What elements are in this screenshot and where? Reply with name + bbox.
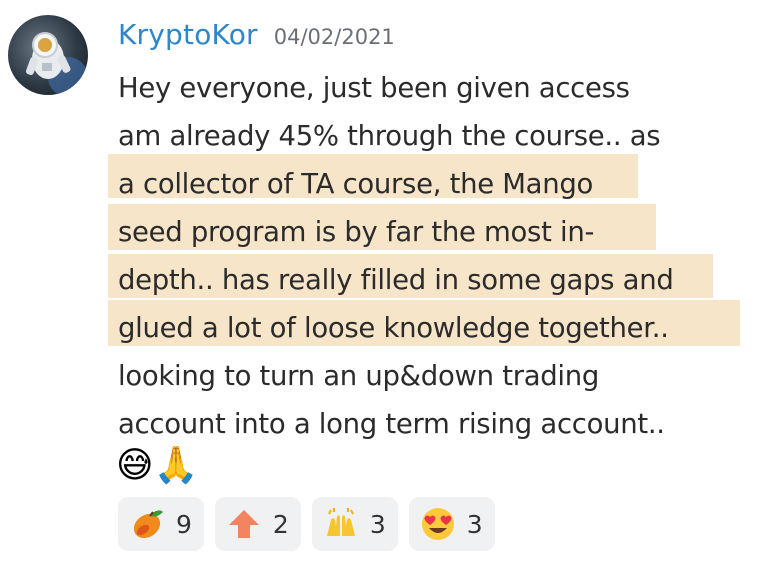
- message-body: Hey everyone, just been given access am …: [108, 64, 758, 448]
- message-line-highlighted: glued a lot of loose knowledge together.…: [108, 300, 758, 352]
- sweat-smile-emoji: 😅: [116, 445, 154, 486]
- reaction-raised-hands[interactable]: 3: [311, 497, 398, 551]
- message-line-highlighted: a collector of TA course, the Mango: [108, 154, 758, 208]
- folded-hands-emoji: 🙏: [153, 445, 199, 486]
- message-line: account into a long term rising account.…: [118, 408, 665, 440]
- heart-eyes-icon: [419, 505, 457, 543]
- reaction-mango[interactable]: 9: [118, 497, 204, 551]
- reaction-count: 2: [272, 509, 289, 539]
- astronaut-icon: [26, 32, 88, 95]
- avatar[interactable]: [8, 15, 88, 95]
- author-name[interactable]: KryptoKor: [118, 18, 258, 51]
- raised-hands-icon: [322, 505, 360, 543]
- reaction-count: 3: [369, 509, 386, 539]
- message-line-highlighted: seed program is by far the most in-: [108, 204, 758, 256]
- message-line: am already 45% through the course.. as: [118, 120, 661, 152]
- reactions-bar: 9 2 3 3: [118, 497, 495, 551]
- message-line: Hey everyone, just been given access: [118, 72, 630, 104]
- message-line: looking to turn an up&down trading: [118, 360, 600, 392]
- reaction-count: 9: [176, 509, 192, 539]
- message-emojis: 😅🙏: [116, 446, 198, 486]
- up-arrow-icon: [225, 505, 263, 543]
- mango-icon: [128, 505, 166, 543]
- reaction-up-arrow[interactable]: 2: [214, 497, 301, 551]
- reaction-heart-eyes[interactable]: 3: [408, 497, 495, 551]
- message-timestamp: 04/02/2021: [273, 25, 395, 49]
- reaction-count: 3: [466, 509, 483, 539]
- message-line-highlighted: depth.. has really filled in some gaps a…: [108, 254, 758, 304]
